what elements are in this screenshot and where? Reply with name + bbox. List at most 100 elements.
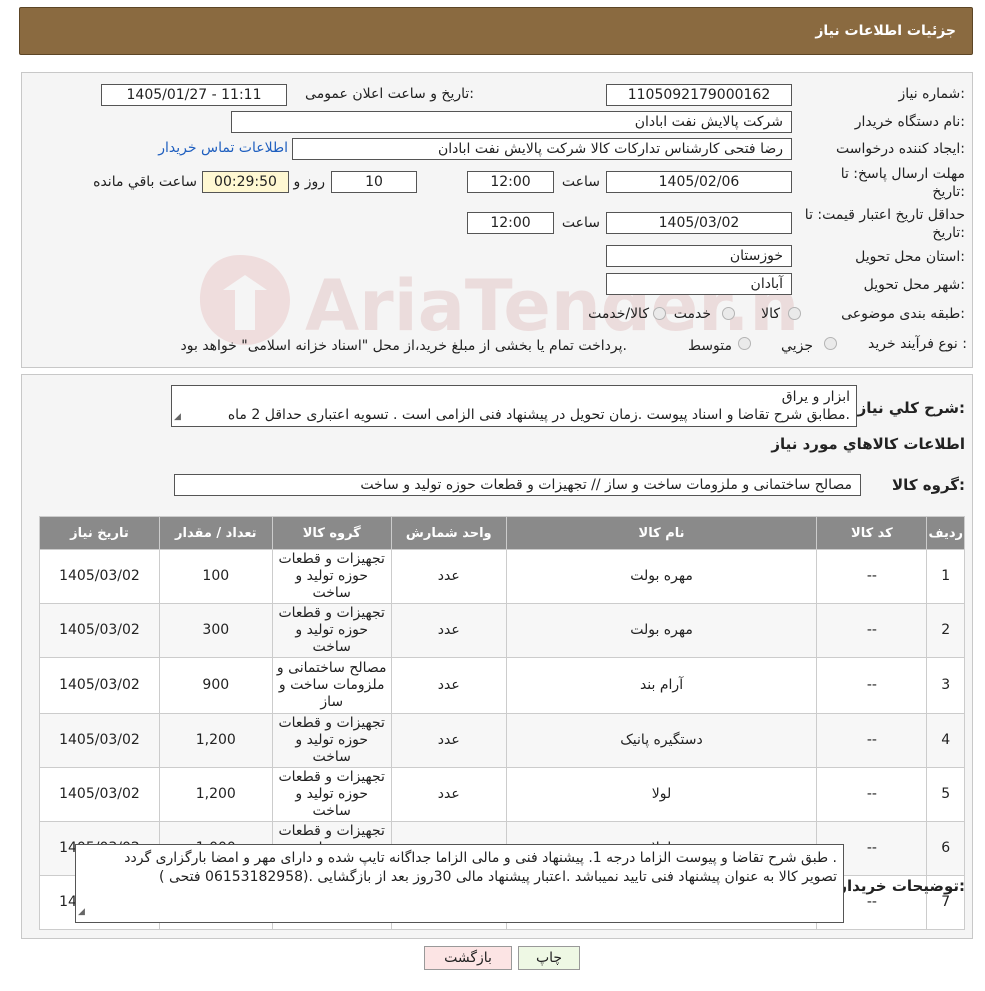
deadline-time-field: 12:00 <box>467 171 554 193</box>
table-row: 5 -- لولا عدد تجهیزات و قطعات حوزه تولید و س… <box>39 767 965 822</box>
announce-field: 1405/01/27 - 11:11 <box>101 84 287 106</box>
summary-line-1: ابزار و یراق <box>781 389 850 405</box>
cell-code: -- <box>816 657 928 714</box>
cell-unit: عدد <box>390 549 507 604</box>
buyer-org-label: نام دستگاه خریدار: <box>854 114 965 130</box>
goods-group-field: مصالح ساختمانی و ملزومات ساخت و ساز // ت… <box>174 474 861 496</box>
process-option-medium: متوسط <box>688 338 732 354</box>
cell-row: 4 <box>926 713 965 768</box>
city-label: شهر محل تحویل: <box>863 277 965 293</box>
cell-group: تجهیزات و قطعات حوزه تولید و ساخت <box>271 549 392 604</box>
need-number-label: شماره نیاز: <box>898 86 965 102</box>
category-option-service: خدمت <box>673 306 711 322</box>
category-radio-goods-service[interactable] <box>653 307 666 320</box>
summary-textarea[interactable]: ابزار و یراق مطابق شرح تقاضا و اسناد پیو… <box>171 385 857 427</box>
cell-group: تجهیزات و قطعات حوزه تولید و ساخت <box>271 603 392 658</box>
resize-handle-icon[interactable]: ◢ <box>78 903 85 922</box>
cell-unit: عدد <box>390 767 507 822</box>
cell-date: 1405/03/02 <box>39 767 160 822</box>
cell-date: 1405/03/02 <box>39 713 160 768</box>
validity-date-field: 1405/03/02 <box>606 212 792 234</box>
notes-textarea[interactable]: طبق شرح تقاضا و پیوست الزاما درجه 1. پیش… <box>75 844 844 923</box>
resize-handle-icon[interactable]: ◢ <box>174 408 181 426</box>
cell-group: مصالح ساختمانی و ملزومات ساخت و ساز <box>271 657 392 714</box>
process-radio-medium[interactable] <box>738 337 751 350</box>
deadline-label-1: مهلت ارسال پاسخ: تا <box>840 166 965 182</box>
cell-code: -- <box>816 549 928 604</box>
cell-qty: 1,200 <box>158 713 273 768</box>
cell-row: 6 <box>926 821 965 876</box>
col-code: کد کالا <box>816 516 928 550</box>
cell-code: -- <box>816 603 928 658</box>
process-label: نوع فرآیند خرید : <box>868 336 967 352</box>
category-option-goods: کالا <box>761 306 780 322</box>
cell-row: 3 <box>926 657 965 714</box>
creator-label: ایجاد کننده درخواست: <box>836 141 965 157</box>
cell-name: آرام بند <box>505 657 818 714</box>
cell-date: 1405/03/02 <box>39 657 160 714</box>
table-header-row: رديف کد کالا نام کالا واحد شمارش گروه کا… <box>39 516 965 550</box>
table-row: 4 -- دستگیره پانیک عدد تجهیزات و قطعات حوزه … <box>39 713 965 768</box>
cell-name: مهره بولت <box>505 603 818 658</box>
col-name: نام کالا <box>505 516 818 550</box>
buyer-contact-link[interactable]: اطلاعات تماس خریدار <box>158 140 288 156</box>
cell-group: تجهیزات و قطعات حوزه تولید و ساخت <box>271 713 392 768</box>
col-group: گروه کالا <box>271 516 392 550</box>
cell-date: 1405/03/02 <box>39 603 160 658</box>
deadline-label-2: تاریخ: <box>932 184 965 200</box>
validity-label-2: تاریخ: <box>932 225 965 241</box>
need-number-field: 1105092179000162 <box>606 84 792 106</box>
cell-unit: عدد <box>390 657 507 714</box>
cell-qty: 300 <box>158 603 273 658</box>
notes-line-1: طبق شرح تقاضا و پیوست الزاما درجه 1. پیش… <box>124 850 837 866</box>
cell-code: -- <box>816 713 928 768</box>
process-radio-small[interactable] <box>824 337 837 350</box>
page-header: جزئیات اطلاعات نیاز <box>19 7 973 55</box>
process-option-small: جزيي <box>781 338 813 354</box>
cell-qty: 900 <box>158 657 273 714</box>
category-label: طبقه بندی موضوعی: <box>841 306 965 322</box>
days-label: روز و <box>293 174 326 190</box>
col-unit: واحد شمارش <box>390 516 507 550</box>
print-button[interactable]: چاپ <box>518 946 580 970</box>
notes-label: توضیحات خریدار: <box>838 877 965 895</box>
buyer-org-field: شرکت پالایش نفت ابادان <box>231 111 792 133</box>
goods-group-label: گروه کالا: <box>892 476 965 494</box>
deadline-time-label: ساعت <box>561 174 600 190</box>
table-row: 1 -- مهره بولت عدد تجهیزات و قطعات حوزه تولی… <box>39 549 965 604</box>
cell-group: تجهیزات و قطعات حوزه تولید و ساخت <box>271 767 392 822</box>
notes-line-2: تصویر کالا به عنوان پیشنهاد فنی تایید نم… <box>159 869 837 885</box>
process-note: پرداخت تمام یا بخشی از مبلغ خرید،از محل … <box>180 338 627 354</box>
category-radio-service[interactable] <box>722 307 735 320</box>
cell-row: 5 <box>926 767 965 822</box>
col-row: رديف <box>926 516 965 550</box>
city-field: آبادان <box>606 273 792 295</box>
province-label: استان محل تحویل: <box>855 249 965 265</box>
page-title: جزئیات اطلاعات نیاز <box>815 23 956 39</box>
cell-name: لولا <box>505 767 818 822</box>
cell-qty: 1,200 <box>158 767 273 822</box>
creator-field: رضا فتحی کارشناس تدارکات کالا شرکت پالای… <box>292 138 792 160</box>
cell-row: 1 <box>926 549 965 604</box>
validity-label-1: حداقل تاریخ اعتبار قیمت: تا <box>804 207 965 223</box>
table-row: 3 -- آرام بند عدد مصالح ساختمانی و ملزومات س… <box>39 657 965 714</box>
days-field: 10 <box>331 171 417 193</box>
validity-time-field: 12:00 <box>467 212 554 234</box>
category-radio-goods[interactable] <box>788 307 801 320</box>
category-option-goods-service: کالا/خدمت <box>588 306 649 322</box>
cell-name: مهره بولت <box>505 549 818 604</box>
goods-section-title: اطلاعات کالاهاي مورد نياز <box>771 435 965 453</box>
cell-unit: عدد <box>390 603 507 658</box>
validity-time-label: ساعت <box>561 215 600 231</box>
cell-name: دستگیره پانیک <box>505 713 818 768</box>
summary-line-2: مطابق شرح تقاضا و اسناد پیوست .زمان تحوی… <box>227 407 850 423</box>
cell-qty: 100 <box>158 549 273 604</box>
summary-label: شرح كلي نياز: <box>857 399 965 417</box>
cell-date: 1405/03/02 <box>39 549 160 604</box>
cell-unit: عدد <box>390 713 507 768</box>
remaining-label: ساعت باقي مانده <box>93 174 197 190</box>
table-row: 2 -- مهره بولت عدد تجهیزات و قطعات حوزه تولی… <box>39 603 965 658</box>
back-button[interactable]: بازگشت <box>424 946 512 970</box>
col-date: تاریخ نیاز <box>39 516 160 550</box>
col-qty: تعداد / مقدار <box>158 516 273 550</box>
